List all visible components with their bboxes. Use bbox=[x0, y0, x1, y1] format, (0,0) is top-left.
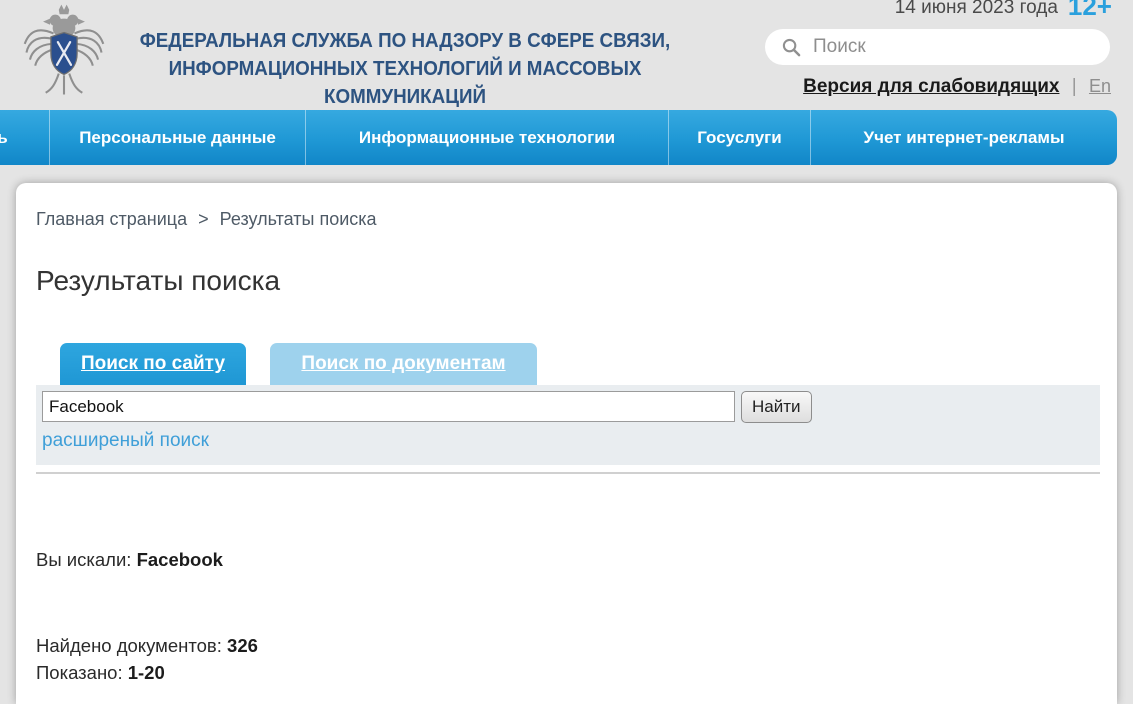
agency-title-line2: ИНФОРМАЦИОННЫХ ТЕХНОЛОГИЙ И МАССОВЫХ КОМ… bbox=[116, 55, 693, 111]
page-title: Результаты поиска bbox=[36, 265, 280, 297]
search-panel: Найти расширеный поиск bbox=[36, 385, 1100, 465]
site-header: ФЕДЕРАЛЬНАЯ СЛУЖБА ПО НАДЗОРУ В СФЕРЕ СВ… bbox=[0, 0, 1133, 110]
documents-found-line: Найдено документов: 326 bbox=[36, 635, 258, 657]
roskomnadzor-search-page: { "colors": { "nav_blue": "#1f98d5", "ti… bbox=[0, 0, 1133, 704]
documents-found-value: 326 bbox=[227, 635, 258, 656]
content-card: Главная страница > Результаты поиска Рез… bbox=[16, 183, 1117, 704]
agency-title-line1: ФЕДЕРАЛЬНАЯ СЛУЖБА ПО НАДЗОРУ В СФЕРЕ СВ… bbox=[116, 27, 693, 55]
nav-item-it[interactable]: Информационные технологии bbox=[306, 110, 669, 165]
main-navigation: Связь Персональные данные Информационные… bbox=[0, 110, 1117, 165]
query-input[interactable] bbox=[42, 391, 735, 422]
searched-query-value: Facebook bbox=[137, 549, 223, 570]
advanced-search-link[interactable]: расширеный поиск bbox=[42, 430, 209, 452]
breadcrumb: Главная страница > Результаты поиска bbox=[36, 209, 377, 230]
nav-item-svyaz[interactable]: Связь bbox=[0, 110, 50, 165]
shown-range-value: 1-20 bbox=[128, 662, 165, 683]
breadcrumb-separator: > bbox=[198, 209, 209, 229]
nav-item-gosuslugi[interactable]: Госуслуги bbox=[669, 110, 811, 165]
tab-document-search[interactable]: Поиск по документам bbox=[270, 343, 537, 385]
language-switch-link[interactable]: En bbox=[1089, 76, 1111, 96]
search-tabs: Поиск по сайту Поиск по документам bbox=[16, 343, 1117, 385]
date-row: 14 июня 2023 года 12+ bbox=[895, 0, 1112, 22]
tab-site-search[interactable]: Поиск по сайту bbox=[60, 343, 246, 385]
separator: | bbox=[1072, 76, 1077, 97]
roskomnadzor-emblem-logo[interactable] bbox=[18, 2, 110, 98]
current-date: 14 июня 2023 года bbox=[895, 0, 1058, 18]
breadcrumb-home-link[interactable]: Главная страница bbox=[36, 209, 187, 229]
section-divider bbox=[36, 472, 1100, 474]
accessibility-row: Версия для слабовидящих | En bbox=[803, 76, 1111, 98]
site-search-box[interactable] bbox=[765, 29, 1110, 65]
age-rating-badge: 12+ bbox=[1068, 0, 1112, 21]
double-headed-eagle-icon bbox=[18, 2, 110, 98]
agency-title: ФЕДЕРАЛЬНАЯ СЛУЖБА ПО НАДЗОРУ В СФЕРЕ СВ… bbox=[116, 27, 693, 111]
nav-item-internet-ads[interactable]: Учет интернет-рекламы bbox=[811, 110, 1117, 165]
shown-range-line: Показано: 1-20 bbox=[36, 662, 165, 684]
accessibility-version-link[interactable]: Версия для слабовидящих bbox=[803, 76, 1059, 97]
find-button[interactable]: Найти bbox=[741, 391, 812, 423]
breadcrumb-current: Результаты поиска bbox=[220, 209, 377, 229]
site-search-input[interactable] bbox=[813, 36, 1083, 58]
nav-item-personal-data[interactable]: Персональные данные bbox=[50, 110, 306, 165]
search-icon bbox=[782, 38, 801, 57]
searched-for-line: Вы искали: Facebook bbox=[36, 549, 223, 571]
